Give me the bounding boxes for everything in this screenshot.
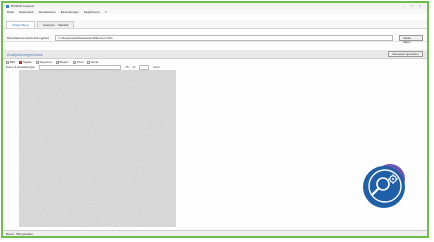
menu-einstellungen[interactable]: Einstellungen	[61, 10, 79, 14]
checkbox[interactable]	[87, 60, 91, 64]
zoom-value[interactable]: 75	[125, 65, 128, 69]
image-toolbar: Zoom & Einstellungen 75 % Auto	[3, 64, 427, 70]
option-label: Ende	[91, 60, 99, 64]
app-icon	[6, 4, 9, 8]
option-bild[interactable]: Bild	[6, 60, 15, 64]
checkbox[interactable]	[6, 60, 9, 64]
window-title: BIVRAD Analysis	[11, 4, 35, 8]
checkbox-checked[interactable]	[19, 60, 23, 64]
option-spalte[interactable]: Spalte	[19, 60, 32, 64]
checkbox[interactable]	[55, 60, 59, 64]
load-data-button[interactable]: Daten laden	[399, 34, 423, 44]
status-bar: Bereit · Bild geladen	[3, 230, 427, 236]
tab-ueberpruefung[interactable]: Überprüfung	[6, 21, 35, 28]
menu-datenbank[interactable]: Datenbank	[19, 10, 34, 14]
menu-datei[interactable]: Datei	[7, 10, 14, 14]
path-row: Messdatenverzeichnis/Logpfad: C:\Datenba…	[3, 34, 427, 44]
maximize-button[interactable]: □	[411, 4, 413, 8]
menu-bar: Datei Datenbank Aktualisieren Einstellun…	[3, 9, 427, 14]
measurement-image[interactable]	[19, 70, 176, 227]
status-text: Bereit · Bild geladen	[6, 231, 34, 236]
tool-select[interactable]	[39, 64, 122, 70]
menu-help[interactable]: ?	[105, 10, 107, 14]
magnifier-gear-icon[interactable]	[362, 163, 408, 209]
option-label: Spalte	[23, 60, 32, 64]
option-pixel[interactable]: Pixel	[72, 60, 84, 64]
minimize-button[interactable]: –	[404, 4, 406, 8]
option-segment[interactable]: Segment	[35, 60, 52, 64]
close-button[interactable]: ×	[419, 4, 421, 8]
option-label: Pixel	[76, 60, 84, 64]
option-beginn[interactable]: Beginn	[55, 60, 69, 64]
results-section-header: Analysenergebnisse Messwert speichern	[3, 50, 427, 59]
path-input[interactable]: C:\Datenbank\Messdaten\Wafer\Lot-042\	[55, 34, 394, 41]
checkbox[interactable]	[35, 60, 39, 64]
option-ende[interactable]: Ende	[87, 60, 98, 64]
menu-registrieren[interactable]: Registrieren	[84, 10, 100, 14]
checkbox[interactable]	[72, 60, 76, 64]
mode-label: Auto	[153, 65, 160, 69]
option-label: Beginn	[59, 60, 69, 64]
section-title: Analysenergebnisse	[7, 51, 44, 57]
display-options: Bild Spalte Segment Beginn Pixel Ende	[3, 60, 427, 64]
path-label: Messdatenverzeichnis/Logpfad:	[7, 35, 50, 40]
tool-label: Zoom & Einstellungen	[6, 65, 36, 69]
option-label: Bild	[10, 60, 16, 64]
window-controls: – □ ×	[404, 4, 421, 8]
tab-analysen[interactable]: Analysen · Statistik	[36, 21, 75, 28]
save-measurement-button[interactable]: Messwert speichern	[388, 51, 423, 57]
mode-select[interactable]	[139, 64, 150, 70]
option-label: Segment	[39, 60, 52, 64]
menu-aktualisieren[interactable]: Aktualisieren	[39, 10, 56, 14]
zoom-unit: %	[132, 65, 136, 69]
tab-strip: Überprüfung Analysen · Statistik	[3, 20, 427, 29]
